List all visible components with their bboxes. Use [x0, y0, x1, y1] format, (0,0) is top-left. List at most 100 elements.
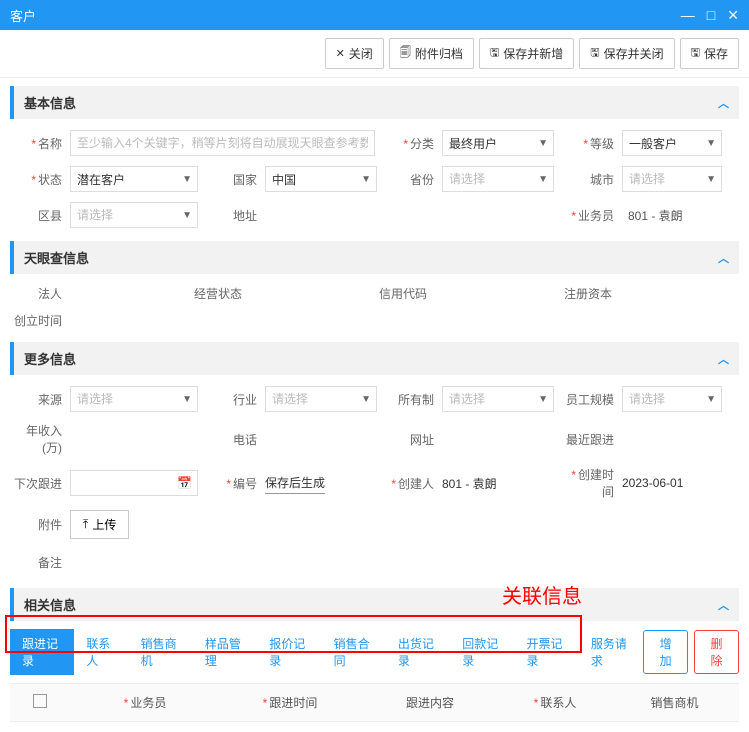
- col-contact: 联系人: [500, 694, 610, 711]
- chevron-up-icon[interactable]: ︿: [718, 250, 729, 266]
- col-sales: 业务员: [70, 694, 220, 711]
- label-founded: 创立时间: [10, 312, 70, 329]
- select-all-checkbox[interactable]: [33, 694, 47, 708]
- section-header-basic[interactable]: 基本信息 ︿: [10, 86, 739, 119]
- phone-input[interactable]: [265, 426, 377, 452]
- label-address: 地址: [205, 207, 265, 224]
- tab-contract[interactable]: 销售合同: [322, 629, 386, 675]
- label-legal: 法人: [10, 285, 70, 302]
- section-more: 更多信息 ︿ 来源 ▼ 行业 ▼ 所有制 ▼ 员工规模 ▼: [10, 342, 739, 580]
- save-icon: 🖫: [590, 44, 599, 63]
- label-nextfollow: 下次跟进: [10, 475, 70, 492]
- country-select[interactable]: [265, 166, 377, 192]
- label-created: 创建时间: [562, 466, 622, 500]
- window-header: 客户 — □ ✕: [0, 0, 749, 30]
- window-title: 客户: [10, 6, 36, 25]
- website-input[interactable]: [442, 426, 554, 452]
- remark-input[interactable]: [70, 549, 739, 575]
- section-header-related[interactable]: 相关信息 ︿: [10, 588, 739, 621]
- industry-select[interactable]: [265, 386, 377, 412]
- label-province: 省份: [382, 171, 442, 188]
- tab-payment[interactable]: 回款记录: [450, 629, 514, 675]
- staff-select[interactable]: [622, 386, 722, 412]
- calendar-icon[interactable]: 📅: [172, 470, 198, 496]
- ownership-select[interactable]: [442, 386, 554, 412]
- col-opportunity: 销售商机: [610, 694, 739, 711]
- maximize-icon[interactable]: □: [707, 7, 715, 24]
- tab-invoice[interactable]: 开票记录: [515, 629, 579, 675]
- col-time: 跟进时间: [220, 694, 360, 711]
- window-controls: — □ ✕: [681, 7, 739, 24]
- province-select[interactable]: [442, 166, 554, 192]
- label-revenue: 年收入(万): [10, 422, 70, 456]
- label-credit: 信用代码: [375, 285, 435, 302]
- archive-button[interactable]: 🗐附件归档: [389, 38, 474, 69]
- col-content: 跟进内容: [360, 694, 500, 711]
- label-level: 等级: [562, 135, 622, 152]
- tab-quote[interactable]: 报价记录: [257, 629, 321, 675]
- label-category: 分类: [382, 135, 442, 152]
- section-header-tyc[interactable]: 天眼查信息 ︿: [10, 241, 739, 274]
- chevron-up-icon[interactable]: ︿: [718, 95, 729, 111]
- section-tianyancha: 天眼查信息 ︿ 法人 经营状态 信用代码 注册资本 创立时间: [10, 241, 739, 334]
- status-select[interactable]: [70, 166, 198, 192]
- save-icon: 🖫: [490, 44, 499, 63]
- label-phone: 电话: [205, 431, 265, 448]
- label-lastfollow: 最近跟进: [562, 431, 622, 448]
- nextfollow-input[interactable]: [70, 470, 172, 496]
- code-value: 保存后生成: [265, 472, 325, 494]
- upload-button[interactable]: ⤒上传: [70, 510, 129, 539]
- label-sales: 业务员: [562, 207, 622, 224]
- source-select[interactable]: [70, 386, 198, 412]
- x-icon: ✕: [336, 47, 345, 60]
- level-select[interactable]: [622, 130, 722, 156]
- revenue-input[interactable]: [70, 426, 198, 452]
- minimize-icon[interactable]: —: [681, 7, 695, 24]
- name-input[interactable]: [70, 130, 375, 156]
- tab-followup[interactable]: 跟进记录: [10, 629, 74, 675]
- save-new-button[interactable]: 🖫保存并新增: [479, 38, 574, 69]
- label-remark: 备注: [10, 554, 70, 571]
- label-country: 国家: [205, 171, 265, 188]
- label-status: 状态: [10, 171, 70, 188]
- tab-shipment[interactable]: 出货记录: [386, 629, 450, 675]
- table-header: 业务员 跟进时间 跟进内容 联系人 销售商机: [10, 683, 739, 722]
- label-creator: 创建人: [382, 475, 442, 492]
- tab-contact[interactable]: 联系人: [74, 629, 128, 675]
- tab-sample[interactable]: 样品管理: [193, 629, 257, 675]
- tabs-bar: 跟进记录 联系人 销售商机 样品管理 报价记录 销售合同 出货记录 回款记录 开…: [10, 621, 739, 683]
- label-city: 城市: [562, 171, 622, 188]
- category-select[interactable]: [442, 130, 554, 156]
- label-capital: 注册资本: [560, 285, 620, 302]
- chevron-up-icon[interactable]: ︿: [718, 351, 729, 367]
- sales-input[interactable]: [622, 202, 722, 228]
- label-ownership: 所有制: [382, 391, 442, 408]
- add-button[interactable]: 增加: [643, 630, 688, 674]
- created-value: 2023-06-01: [622, 476, 683, 490]
- address-input[interactable]: [265, 202, 555, 228]
- close-button[interactable]: ✕关闭: [325, 38, 384, 69]
- upload-icon: ⤒: [83, 517, 88, 532]
- label-website: 网址: [382, 431, 442, 448]
- section-related: 关联信息 相关信息 ︿ 跟进记录 联系人 销售商机 样品管理 报价记录 销售合同…: [10, 588, 739, 722]
- chevron-up-icon[interactable]: ︿: [718, 597, 729, 613]
- label-source: 来源: [10, 391, 70, 408]
- section-header-more[interactable]: 更多信息 ︿: [10, 342, 739, 375]
- save-close-button[interactable]: 🖫保存并关闭: [579, 38, 674, 69]
- label-district: 区县: [10, 207, 70, 224]
- label-staff: 员工规模: [562, 391, 622, 408]
- save-button[interactable]: 🖫保存: [680, 38, 739, 69]
- section-basic: 基本信息 ︿ 名称 分类 ▼ 等级 ▼ 状态: [10, 86, 739, 233]
- toolbar: ✕关闭 🗐附件归档 🖫保存并新增 🖫保存并关闭 🖫保存: [0, 30, 749, 78]
- label-name: 名称: [10, 135, 70, 152]
- tab-service[interactable]: 服务请求: [579, 629, 643, 675]
- label-industry: 行业: [205, 391, 265, 408]
- delete-button[interactable]: 删除: [694, 630, 739, 674]
- close-icon[interactable]: ✕: [727, 7, 739, 24]
- archive-icon: 🗐: [400, 44, 411, 63]
- label-attach: 附件: [10, 516, 70, 533]
- city-select[interactable]: [622, 166, 722, 192]
- district-select[interactable]: [70, 202, 198, 228]
- label-bizstatus: 经营状态: [190, 285, 250, 302]
- tab-opportunity[interactable]: 销售商机: [129, 629, 193, 675]
